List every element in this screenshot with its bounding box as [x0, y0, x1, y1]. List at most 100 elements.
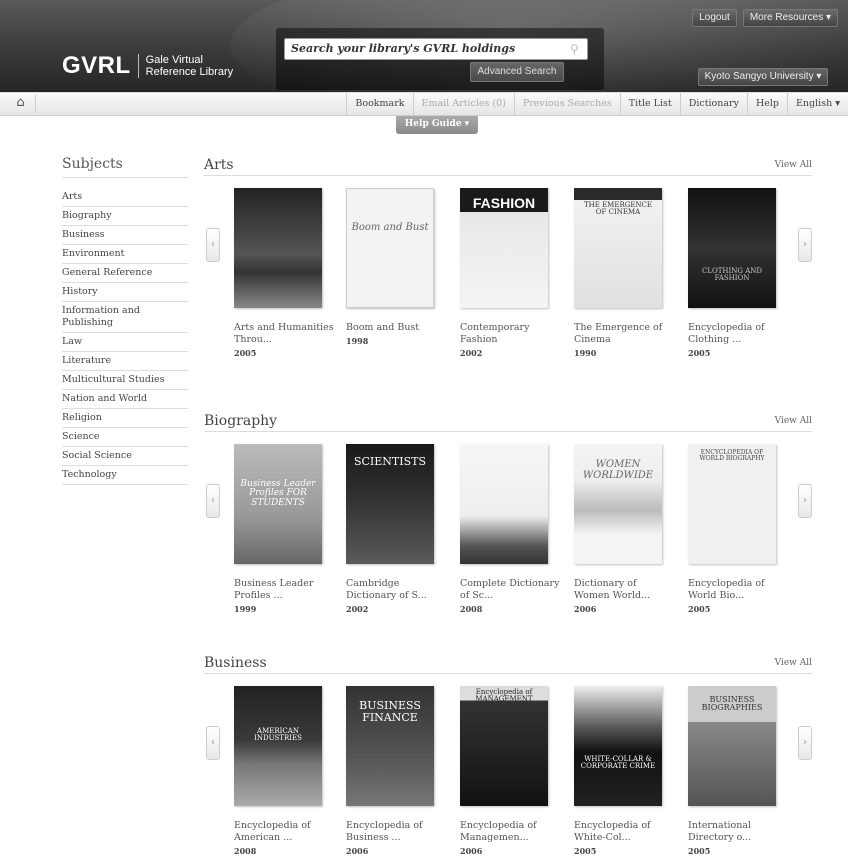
institution-dropdown[interactable]: Kyoto Sangyo University ▾: [698, 68, 828, 86]
book-title[interactable]: Contemporary Fashion: [460, 322, 560, 346]
more-resources-button[interactable]: More Resources ▾: [742, 9, 838, 27]
book-card[interactable]: WHITE-COLLAR & CORPORATE CRIME Encycloped…: [574, 686, 678, 856]
sidebar-item-biography[interactable]: Biography: [62, 207, 188, 226]
sidebar-item-arts[interactable]: Arts: [62, 188, 188, 207]
section-title[interactable]: Arts: [204, 157, 234, 173]
book-title[interactable]: The Emergence of Cinema: [574, 322, 674, 346]
book-title[interactable]: Encyclopedia of World Bio...: [688, 578, 788, 602]
book-cover-image[interactable]: THE EMERGENCE OF CINEMA: [574, 188, 662, 308]
sidebar-item-general-reference[interactable]: General Reference: [62, 264, 188, 283]
sidebar-item-religion[interactable]: Religion: [62, 409, 188, 428]
home-icon[interactable]: ⌂: [6, 95, 36, 113]
toolbar-item-title-list[interactable]: Title List: [619, 93, 680, 115]
book-cover-image[interactable]: WHITE-COLLAR & CORPORATE CRIME: [574, 686, 662, 806]
book-title[interactable]: Complete Dictionary of Sc...: [460, 578, 560, 602]
book-card[interactable]: WOMEN WORLDWIDE Dictionary of Women World…: [574, 444, 678, 614]
book-year: 2006: [346, 846, 369, 856]
section-title[interactable]: Business: [204, 655, 267, 671]
book-year: 1999: [234, 604, 257, 614]
book-cover-image[interactable]: Encyclopedia of MANAGEMENT: [460, 686, 548, 806]
book-card[interactable]: Business Leader Profiles FOR STUDENTS Bus…: [234, 444, 338, 614]
toolbar-item-english[interactable]: English ▾: [787, 93, 848, 115]
book-title[interactable]: Encyclopedia of White-Col...: [574, 820, 674, 844]
book-card[interactable]: ENCYCLOPEDIA OF WORLD BIOGRAPHY Encyclope…: [688, 444, 792, 614]
view-all-link[interactable]: View All: [775, 658, 812, 668]
book-title[interactable]: Encyclopedia of American ...: [234, 820, 334, 844]
sidebar-item-law[interactable]: Law: [62, 333, 188, 352]
logo-subtitle-line1: Gale Virtual: [145, 54, 203, 66]
sidebar-item-nation-and-world[interactable]: Nation and World: [62, 390, 188, 409]
book-cover-image[interactable]: Business Leader Profiles FOR STUDENTS: [234, 444, 322, 564]
book-cover-image[interactable]: CLOTHING AND FASHION: [688, 188, 776, 308]
book-cover-image[interactable]: Boom and Bust: [346, 188, 434, 308]
book-cover-image[interactable]: ENCYCLOPEDIA OF WORLD BIOGRAPHY: [688, 444, 776, 564]
sidebar-item-environment[interactable]: Environment: [62, 245, 188, 264]
view-all-link[interactable]: View All: [775, 160, 812, 170]
book-cover-image[interactable]: WOMEN WORLDWIDE: [574, 444, 662, 564]
book-card[interactable]: CLOTHING AND FASHION Encyclopedia of Clot…: [688, 188, 792, 358]
book-cover-image[interactable]: [234, 188, 322, 308]
cover-title-text: WOMEN WORLDWIDE: [582, 459, 654, 481]
toolbar-item-help[interactable]: Help: [746, 93, 787, 115]
advanced-search-button[interactable]: Advanced Search: [470, 62, 564, 82]
book-cover-image[interactable]: SCIENTISTS: [346, 444, 434, 564]
book-card[interactable]: BUSINESS BIOGRAPHIES International Direct…: [688, 686, 792, 856]
book-title[interactable]: Business Leader Profiles ...: [234, 578, 334, 602]
logout-button[interactable]: Logout: [692, 9, 737, 27]
site-header: GVRL Gale Virtual Reference Library Sear…: [0, 0, 848, 92]
carousel-prev-icon[interactable]: ‹: [206, 484, 220, 518]
book-title[interactable]: Encyclopedia of Business ...: [346, 820, 446, 844]
book-year: 2005: [688, 348, 711, 358]
help-guide-button[interactable]: Help Guide ▾: [396, 116, 478, 134]
book-card[interactable]: FASHION Contemporary Fashion 2002: [460, 188, 564, 358]
sidebar-item-science[interactable]: Science: [62, 428, 188, 447]
gvrl-logo[interactable]: GVRL Gale Virtual Reference Library: [62, 52, 233, 80]
book-year: 2005: [688, 604, 711, 614]
cover-title-text: AMERICAN INDUSTRIES: [254, 727, 302, 743]
book-year: 2008: [460, 604, 483, 614]
book-card[interactable]: AMERICAN INDUSTRIES Encyclopedia of Ameri…: [234, 686, 338, 856]
search-icon[interactable]: ⚲: [570, 42, 584, 56]
book-title[interactable]: International Directory o...: [688, 820, 788, 844]
toolbar-item-bookmark[interactable]: Bookmark: [346, 93, 412, 115]
carousel-next-icon[interactable]: ›: [798, 726, 812, 760]
book-title[interactable]: Arts and Humanities Throu...: [234, 322, 334, 346]
sidebar-item-technology[interactable]: Technology: [62, 466, 188, 485]
sidebar-item-multicultural-studies[interactable]: Multicultural Studies: [62, 371, 188, 390]
book-card[interactable]: THE EMERGENCE OF CINEMA The Emergence of …: [574, 188, 678, 358]
book-year: 1998: [346, 336, 369, 346]
book-title[interactable]: Boom and Bust: [346, 322, 446, 334]
book-card[interactable]: Boom and Bust Boom and Bust 1998: [346, 188, 450, 346]
sidebar-item-business[interactable]: Business: [62, 226, 188, 245]
search-input[interactable]: Search your library's GVRL holdings: [284, 38, 588, 60]
book-card[interactable]: Arts and Humanities Throu... 2005: [234, 188, 338, 358]
carousel-prev-icon[interactable]: ‹: [206, 228, 220, 262]
carousel-next-icon[interactable]: ›: [798, 228, 812, 262]
view-all-link[interactable]: View All: [775, 416, 812, 426]
sidebar-item-literature[interactable]: Literature: [62, 352, 188, 371]
book-cover-image[interactable]: [460, 444, 548, 564]
sidebar-item-information-and-publishing[interactable]: Information and Publishing: [62, 302, 188, 333]
book-cover-image[interactable]: BUSINESS BIOGRAPHIES: [688, 686, 776, 806]
book-card[interactable]: BUSINESS FINANCE Encyclopedia of Business…: [346, 686, 450, 856]
toolbar-item-dictionary[interactable]: Dictionary: [679, 93, 747, 115]
book-title[interactable]: Dictionary of Women World...: [574, 578, 674, 602]
section-title[interactable]: Biography: [204, 413, 277, 429]
cover-title-text: Encyclopedia of MANAGEMENT: [475, 688, 533, 704]
section-arts: Arts View All ‹ Arts and Humanities Throu..…: [204, 154, 812, 386]
book-title[interactable]: Cambridge Dictionary of S...: [346, 578, 446, 602]
book-card[interactable]: Encyclopedia of MANAGEMENT Encyclopedia o…: [460, 686, 564, 856]
book-title[interactable]: Encyclopedia of Managemen...: [460, 820, 560, 844]
carousel-next-icon[interactable]: ›: [798, 484, 812, 518]
carousel-prev-icon[interactable]: ‹: [206, 726, 220, 760]
book-card[interactable]: SCIENTISTS Cambridge Dictionary of S... 20…: [346, 444, 450, 614]
book-year: 2002: [346, 604, 369, 614]
book-cover-image[interactable]: AMERICAN INDUSTRIES: [234, 686, 322, 806]
book-cover-image[interactable]: BUSINESS FINANCE: [346, 686, 434, 806]
book-card[interactable]: Complete Dictionary of Sc... 2008: [460, 444, 564, 614]
book-year: 2002: [460, 348, 483, 358]
book-title[interactable]: Encyclopedia of Clothing ...: [688, 322, 788, 346]
sidebar-item-history[interactable]: History: [62, 283, 188, 302]
book-cover-image[interactable]: FASHION: [460, 188, 548, 308]
sidebar-item-social-science[interactable]: Social Science: [62, 447, 188, 466]
